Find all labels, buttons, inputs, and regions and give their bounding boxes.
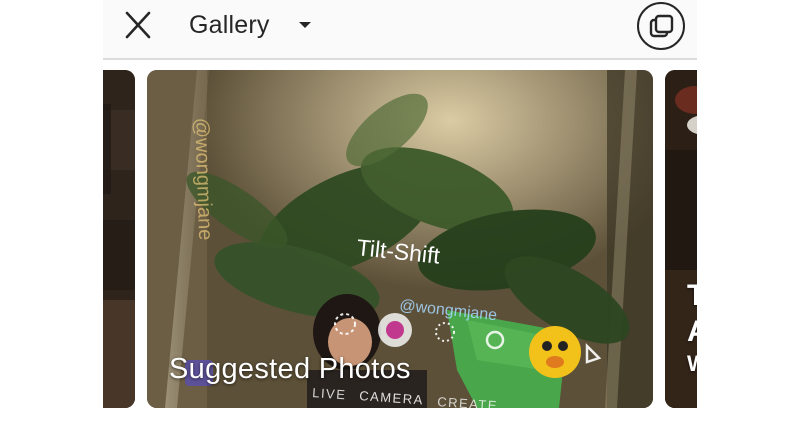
next-card-label: T A W	[687, 278, 697, 378]
carousel-card-previous[interactable]	[103, 70, 135, 408]
multi-select-button[interactable]	[637, 2, 685, 50]
close-icon	[125, 11, 151, 39]
next-card-label-line2: A	[687, 314, 697, 350]
carousel-card-next[interactable]: T A W	[665, 70, 697, 408]
gallery-dropdown[interactable]: Gallery	[189, 10, 312, 40]
previous-card-image	[103, 70, 135, 408]
photo-carousel[interactable]: Tilt-Shift @wongmjane @wongmjane LIVE CA…	[103, 60, 697, 422]
next-card-label-line3: W	[687, 350, 697, 378]
photo-mode-live: LIVE	[312, 385, 347, 402]
multi-select-icon	[649, 14, 674, 38]
photo-watermark-vertical: @wongmjane	[190, 117, 216, 240]
carousel-card-suggested-photos[interactable]: Tilt-Shift @wongmjane @wongmjane LIVE CA…	[147, 70, 653, 408]
next-card-label-line1: T	[687, 279, 697, 312]
close-button[interactable]	[121, 10, 155, 40]
card-label: Suggested Photos	[169, 353, 411, 385]
caret-down-icon	[298, 22, 311, 28]
gallery-screen: Gallery Tilt-Shift @wongmjane @wongmjane…	[103, 0, 697, 422]
top-bar: Gallery	[103, 0, 697, 60]
page-title: Gallery	[189, 10, 270, 39]
